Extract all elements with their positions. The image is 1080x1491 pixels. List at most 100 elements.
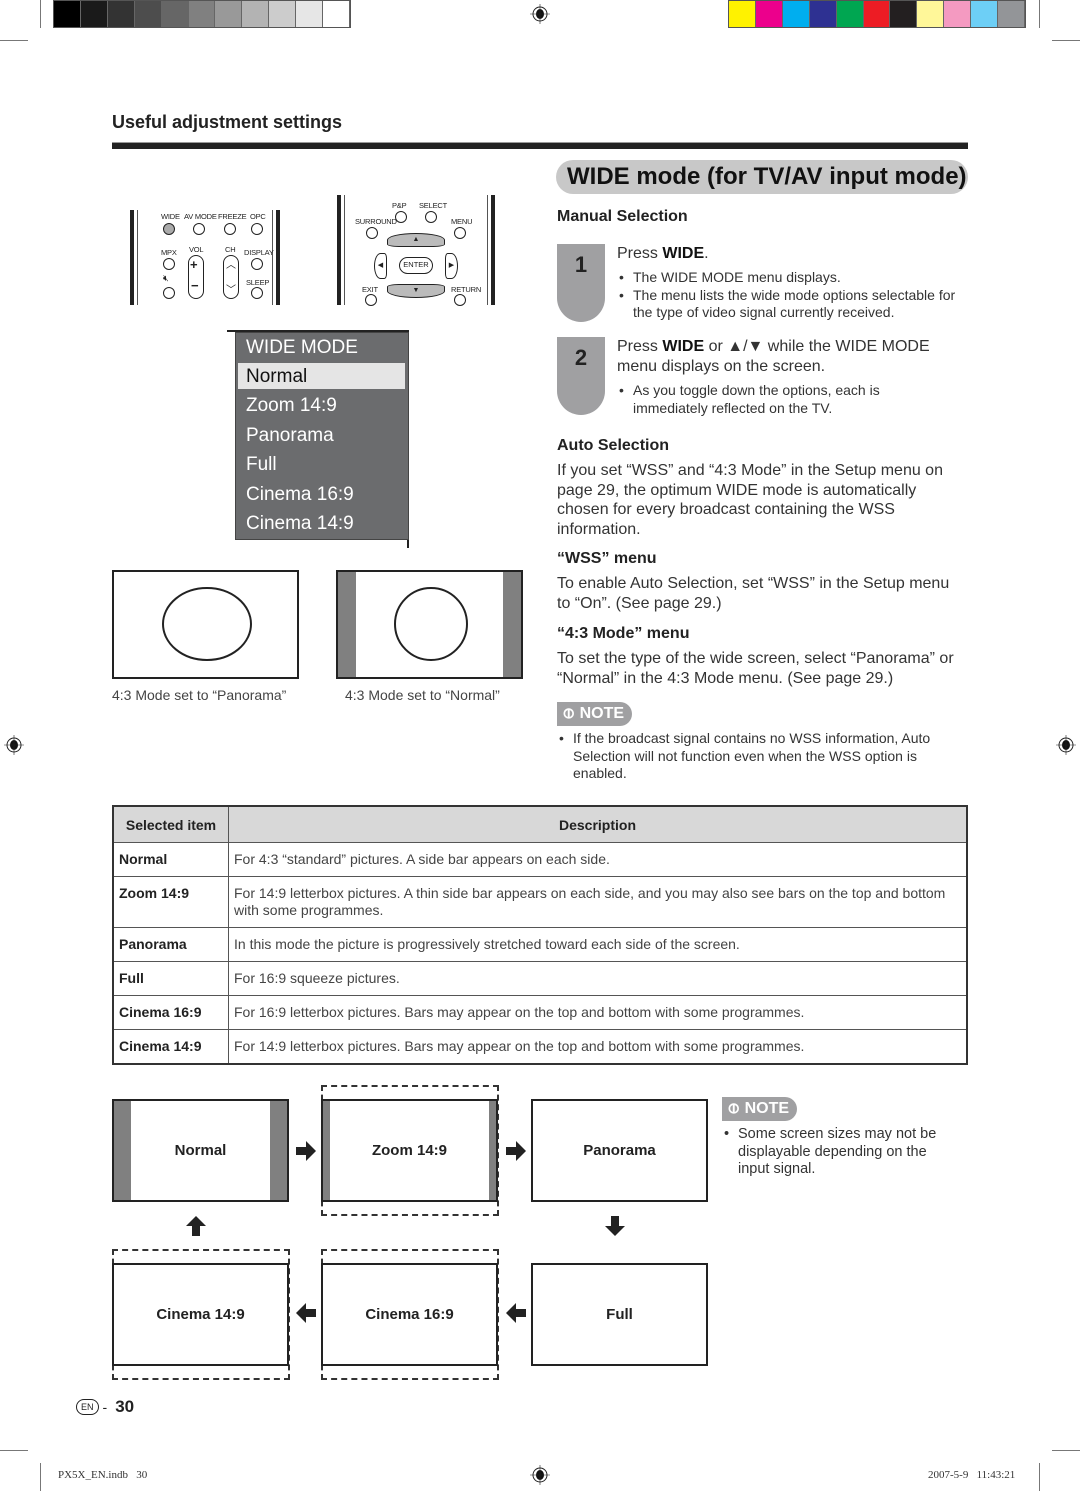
- footer-timestamp: 2007-5-9 11:43:21: [928, 1469, 1016, 1481]
- language-badge: EN: [76, 1399, 99, 1415]
- row-item: Cinema 14:9: [112, 1029, 229, 1065]
- freeze-button[interactable]: [224, 223, 236, 235]
- bullet-item: If the broadcast signal contains no WSS …: [557, 730, 967, 783]
- remote-label-vol: VOL: [189, 245, 204, 254]
- panorama-caption: 4:3 Mode set to “Panorama”: [112, 687, 287, 703]
- color-swatch: [755, 1, 783, 27]
- step-2-badge: 2: [557, 337, 605, 415]
- color-swatch: [242, 1, 270, 27]
- row-item: Panorama: [112, 927, 229, 962]
- select-button[interactable]: [425, 211, 437, 223]
- mute-button[interactable]: [163, 287, 175, 299]
- osd-item-panorama[interactable]: Panorama: [246, 425, 334, 447]
- color-swatch: [782, 1, 810, 27]
- crop-mark: [40, 1463, 41, 1491]
- wide-mode-osd-menu: WIDE MODE Normal Zoom 14:9 Panorama Full…: [235, 332, 409, 540]
- remote-label-freeze: FREEZE: [218, 212, 247, 221]
- bullet-item: The menu lists the wide mode options sel…: [617, 287, 967, 322]
- row-description: For 4:3 “standard” pictures. A side bar …: [228, 842, 968, 877]
- remote-label-mpx: MPX: [161, 248, 177, 257]
- flow-box-normal: Normal: [112, 1099, 289, 1202]
- mode43-menu-text: To set the type of the wide screen, sele…: [557, 650, 954, 687]
- table-row: Zoom 14:9 For 14:9 letterbox pictures. A …: [112, 876, 968, 928]
- right-arrow-button[interactable]: ▶: [445, 253, 458, 279]
- paperclip-icon: ⊘: [723, 1098, 745, 1120]
- step-1-badge: 1: [557, 244, 605, 322]
- volume-up-icon: +: [190, 257, 198, 272]
- flow-box-cinema-16-9: Cinema 16:9: [321, 1263, 498, 1366]
- color-swatch: [323, 1, 350, 27]
- osd-item-full[interactable]: Full: [246, 454, 277, 476]
- color-swatch: [998, 1, 1025, 27]
- row-item: Zoom 14:9: [112, 876, 229, 928]
- step-2-bullets: As you toggle down the options, each is …: [617, 382, 947, 417]
- table-row: Cinema 16:9 For 16:9 letterbox pictures. …: [112, 995, 968, 1030]
- surround-button[interactable]: [366, 227, 378, 239]
- note-2-bullets: Some screen sizes may not be displayable…: [722, 1126, 962, 1179]
- auto-selection-heading: Auto Selection: [557, 437, 670, 454]
- wss-menu-text: To enable Auto Selection, set “WSS” in t…: [557, 575, 950, 612]
- table-row: Panorama In this mode the picture is prog…: [112, 927, 968, 962]
- arrow-right-icon: [506, 1141, 526, 1161]
- column-header-description: Description: [228, 805, 968, 843]
- color-swatch: [296, 1, 324, 27]
- color-swatch: [836, 1, 864, 27]
- exit-button[interactable]: [365, 294, 377, 306]
- flow-box-full: Full: [531, 1263, 708, 1366]
- osd-item-cinema-16-9[interactable]: Cinema 16:9: [246, 484, 354, 506]
- osd-item-cinema-14-9[interactable]: Cinema 14:9: [246, 513, 354, 535]
- note-1-bullets: If the broadcast signal contains no WSS …: [557, 730, 967, 783]
- page-number: EN - 30: [76, 1397, 134, 1417]
- arrow-left-icon: [506, 1303, 526, 1323]
- return-button[interactable]: [454, 294, 466, 306]
- left-arrow-button[interactable]: ◀: [374, 253, 387, 279]
- row-item: Normal: [112, 842, 229, 877]
- normal-caption: 4:3 Mode set to “Normal”: [345, 687, 500, 703]
- color-calibration-bar: [728, 0, 1026, 28]
- arrow-up-icon: [186, 1216, 206, 1236]
- opc-button[interactable]: [251, 223, 263, 235]
- remote-illustration-right: P&P SELECT SURROUND MENU ▲ ◀ ENTER ▶ ▼ E…: [337, 195, 497, 306]
- bullet-item: As you toggle down the options, each is …: [617, 382, 947, 417]
- remote-label-avmode: AV MODE: [184, 212, 217, 221]
- crop-mark: [0, 1450, 28, 1451]
- menu-button[interactable]: [454, 227, 466, 239]
- paperclip-icon: ⊘: [558, 703, 580, 725]
- color-swatch: [80, 1, 108, 27]
- enter-button[interactable]: ENTER: [399, 257, 433, 274]
- panorama-screen-illustration: [112, 570, 299, 679]
- page-heading: WIDE mode (for TV/AV input mode): [556, 160, 968, 194]
- section-divider: [112, 142, 968, 149]
- color-swatch: [809, 1, 837, 27]
- mpx-button[interactable]: [163, 258, 175, 270]
- arrow-right-icon: [296, 1141, 316, 1161]
- footer-filename: PX5X_EN.indb 30: [58, 1469, 148, 1481]
- normal-screen-illustration: [336, 570, 523, 679]
- row-description: For 16:9 squeeze pictures.: [228, 961, 968, 996]
- osd-item-normal[interactable]: Normal: [246, 366, 307, 388]
- down-arrow-button[interactable]: ▼: [387, 284, 445, 298]
- channel-down-icon: ﹀: [226, 285, 236, 296]
- note-badge: ⊘ NOTE: [557, 702, 633, 726]
- column-header-selected-item: Selected item: [112, 805, 229, 843]
- wide-button[interactable]: [163, 223, 175, 235]
- color-swatch: [971, 1, 999, 27]
- display-button[interactable]: [251, 258, 263, 270]
- color-swatch: [107, 1, 135, 27]
- remote-label-surround: SURROUND: [355, 217, 397, 226]
- av-mode-button[interactable]: [193, 223, 205, 235]
- step-2-instruction: Press WIDE or ▲/▼ while the WIDE MODE me…: [617, 338, 930, 375]
- registration-mark-icon: [4, 735, 24, 755]
- color-swatch: [215, 1, 243, 27]
- flow-box-cinema-14-9: Cinema 14:9: [112, 1263, 289, 1366]
- color-swatch: [188, 1, 216, 27]
- crop-mark: [1039, 1463, 1040, 1491]
- row-description: In this mode the picture is progressivel…: [228, 927, 968, 962]
- remote-label-sleep: SLEEP: [246, 278, 270, 287]
- osd-item-zoom-14-9[interactable]: Zoom 14:9: [246, 395, 337, 417]
- section-title: Useful adjustment settings: [112, 112, 343, 132]
- sleep-button[interactable]: [251, 287, 263, 299]
- mute-icon: 🔇︎: [163, 273, 169, 283]
- registration-mark-icon: [1056, 735, 1076, 755]
- up-arrow-button[interactable]: ▲: [387, 233, 445, 247]
